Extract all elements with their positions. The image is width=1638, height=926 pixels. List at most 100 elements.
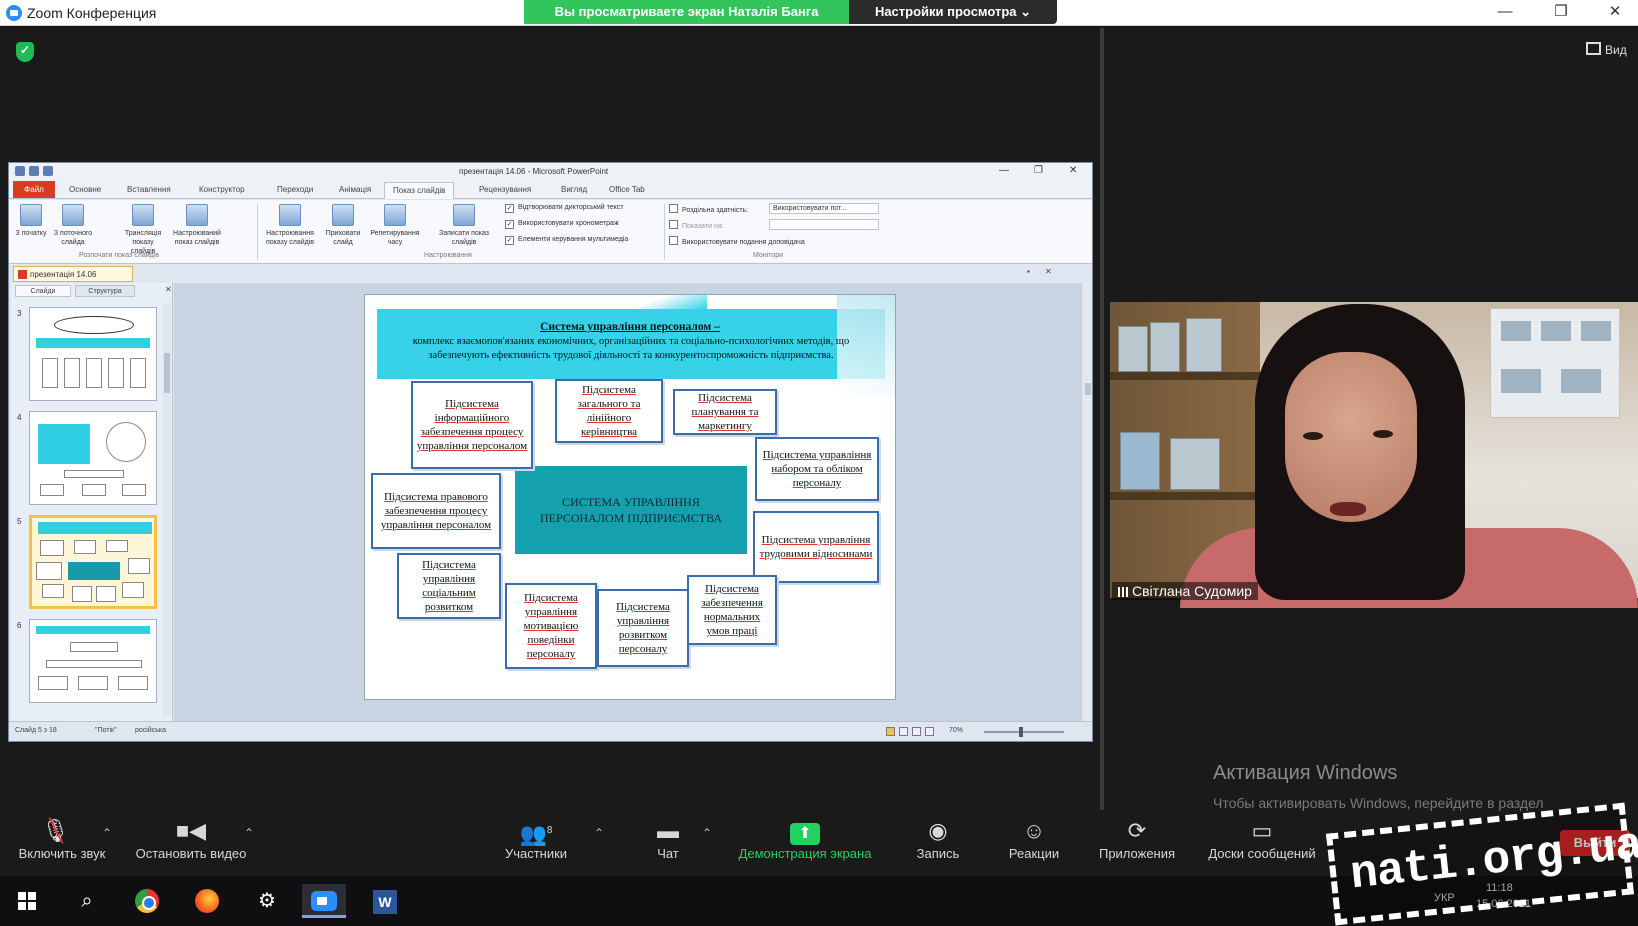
quick-access-toolbar <box>15 166 85 178</box>
status-slide-number: Слайд 5 з 18 <box>15 727 57 734</box>
ppt-tab-officetab: Office Tab <box>609 185 645 194</box>
hide-slide-icon <box>332 204 354 226</box>
thumb-shape <box>64 358 80 388</box>
chk-timings: Використовувати хронометраж <box>505 220 619 229</box>
poster-photo <box>1581 321 1611 341</box>
start-tile <box>18 892 26 900</box>
ppt-ribbon: З початку З поточного слайда Трансляція … <box>9 200 1092 264</box>
ppt-tab-home: Основне <box>69 185 102 194</box>
redo-icon <box>43 166 53 176</box>
stop-video-button[interactable]: ■◀ Остановить видео <box>126 816 256 861</box>
subsystem-box: Підсистема забезпечення нормальних умов … <box>687 575 777 645</box>
taskbar-chrome[interactable] <box>130 884 164 918</box>
thumb-shape <box>38 676 68 690</box>
reading-view-icon <box>912 727 921 736</box>
participants-chevron-icon[interactable]: ⌃ <box>594 826 604 840</box>
ppt-title-bar: презентація 14.06 - Microsoft PowerPoint… <box>9 163 1092 181</box>
taskbar-firefox[interactable] <box>190 884 224 918</box>
slide-thumbnail <box>29 619 157 703</box>
thumb-shape <box>82 484 106 496</box>
ribbon-record-show: Записати показ слайдів <box>433 204 495 247</box>
thumb-shape <box>42 358 58 388</box>
restore-button[interactable]: ❐ <box>1546 2 1576 22</box>
record-button[interactable]: ◉ Запись <box>908 816 968 861</box>
ppt-tab-slideshow: Показ слайдів <box>384 182 455 199</box>
slide-thumbnail <box>29 411 157 505</box>
minimize-button[interactable]: — <box>1490 2 1520 22</box>
chat-bubble-icon: ▬ <box>657 818 679 843</box>
thumb-shape <box>36 626 150 634</box>
zoom-logo-icon <box>6 5 22 21</box>
thumb-shape <box>122 582 144 598</box>
wall-poster <box>1490 308 1620 418</box>
taskbar-zoom[interactable] <box>302 884 346 918</box>
split-divider[interactable] <box>1100 28 1104 810</box>
video-options-chevron-icon[interactable]: ⌃ <box>244 826 254 840</box>
book <box>1120 432 1160 490</box>
thumb-shape <box>64 470 124 478</box>
close-button[interactable]: ✕ <box>1600 2 1630 22</box>
reactions-button[interactable]: ☺ Реакции <box>1002 816 1066 861</box>
chk-presenter-view: Використовувати подання доповідача <box>669 236 805 246</box>
unmute-button[interactable]: 🎙╲ Включить звук <box>10 816 114 861</box>
chk-show-on: Показати на: <box>669 220 724 230</box>
chat-chevron-icon[interactable]: ⌃ <box>702 826 712 840</box>
center-system-box: СИСТЕМА УПРАВЛІННЯ ПЕРСОНАЛОМ ПІДПРИЄМСТ… <box>515 466 747 554</box>
thumb-shape <box>128 558 150 574</box>
windows-start-icon[interactable] <box>18 892 36 910</box>
view-options-button[interactable]: Настройки просмотра ⌄ <box>849 0 1057 24</box>
thumb-shape <box>68 562 120 580</box>
thumb-shape <box>38 522 152 534</box>
video-camera-icon: ■◀ <box>175 818 207 843</box>
ppt-ribbon-tabs: Файл Основне Вставлення Конструктор Пере… <box>9 181 1092 199</box>
slide-description: комплекс взаємопов'язаних економічних, о… <box>412 336 850 361</box>
record-icon: ◉ <box>928 818 948 843</box>
record-show-icon <box>453 204 475 226</box>
thumb-shape <box>74 540 96 554</box>
ppt-tab-transitions: Переходи <box>277 185 314 194</box>
subsystem-box: Підсистема управління соціальним розвитк… <box>397 553 501 619</box>
ppt-tab-view: Вигляд <box>561 185 588 194</box>
thumb-shape <box>38 424 90 464</box>
whiteboards-button[interactable]: ▭ Доски сообщений <box>1198 816 1326 861</box>
show-on-select <box>769 219 879 230</box>
ppt-window-title: презентація 14.06 - Microsoft PowerPoint <box>459 167 609 176</box>
search-icon[interactable]: ⌕ <box>70 884 104 918</box>
title-bar: Zoom Конференция Вы просматриваете экран… <box>0 0 1638 26</box>
broadcast-icon <box>132 204 154 226</box>
save-icon <box>15 166 25 176</box>
slide-scrollbar <box>1083 283 1092 721</box>
thumb-shape <box>40 540 64 556</box>
ppt-status-bar: Слайд 5 з 18 "Потік" російська 70% <box>9 721 1092 741</box>
ribbon-setup-show: Настроювання показу слайдів <box>261 204 319 247</box>
subsystem-box: Підсистема правового забезпечення процес… <box>371 473 501 549</box>
security-shield-icon[interactable] <box>16 42 34 62</box>
chat-button[interactable]: ▬ Чат <box>648 816 688 861</box>
view-button[interactable]: Вид <box>1586 42 1627 57</box>
ribbon-hide-slide: Приховати слайд <box>323 204 363 247</box>
taskbar-word[interactable]: W <box>368 884 402 918</box>
thumb-shape <box>78 676 108 690</box>
start-tile <box>28 902 36 910</box>
subsystem-box: Підсистема управління набором та обліком… <box>755 437 879 501</box>
zoom-slider-knob <box>1019 727 1023 737</box>
audio-options-chevron-icon[interactable]: ⌃ <box>102 826 112 840</box>
setup-show-icon <box>279 204 301 226</box>
tab-slides: Слайди <box>15 285 71 297</box>
apps-button[interactable]: ⟳ Приложения <box>1092 816 1182 861</box>
subsystem-box: Підсистема управління трудовими відносин… <box>753 511 879 583</box>
thumb-number: 3 <box>17 309 22 318</box>
ppt-tab-insert: Вставлення <box>127 185 171 194</box>
taskbar-settings[interactable]: ⚙ <box>250 884 284 918</box>
ppt-tab-review: Рецензування <box>479 185 532 194</box>
ribbon-custom-show: Настроюваний показ слайдів <box>169 204 225 247</box>
thumb-number: 5 <box>17 517 22 526</box>
ribbon-broadcast: Трансляція показу слайдів <box>119 204 167 256</box>
share-screen-button[interactable]: ⬆ Демонстрация экрана <box>730 816 880 861</box>
share-screen-icon: ⬆ <box>790 823 820 845</box>
thumb-shape <box>36 338 150 348</box>
participants-button[interactable]: 👥8 Участники <box>498 816 574 861</box>
thumb-number: 4 <box>17 413 22 422</box>
word-icon: W <box>373 890 397 914</box>
thumb-shape <box>70 642 118 652</box>
